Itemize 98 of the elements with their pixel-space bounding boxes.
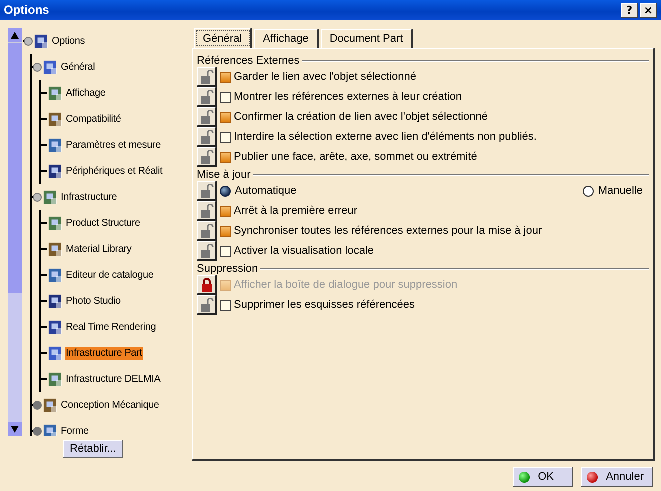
- node-icon: [48, 318, 63, 336]
- expand-toggle[interactable]: [33, 400, 42, 410]
- lock-button[interactable]: [197, 67, 217, 87]
- lock-button[interactable]: [197, 295, 217, 315]
- option-label: Afficher la boîte de dialogue pour suppression: [234, 279, 458, 291]
- lock-button[interactable]: [197, 181, 217, 201]
- radio-button[interactable]: [220, 186, 231, 196]
- option-label: Activer la visualisation locale: [234, 245, 374, 257]
- checkbox[interactable]: [220, 132, 231, 142]
- tree-item[interactable]: Général: [60, 60, 96, 74]
- node-icon: [48, 370, 63, 388]
- tab[interactable]: Général: [194, 28, 252, 48]
- down-arrow-icon: [11, 426, 19, 432]
- up-arrow-icon: [11, 32, 19, 38]
- checkbox[interactable]: [220, 92, 231, 102]
- open-lock-icon: [200, 130, 214, 144]
- lock-button[interactable]: [197, 241, 217, 261]
- option-label: Synchroniser toutes les références externes pour la mise à jour: [234, 225, 542, 237]
- node-icon: [48, 266, 63, 284]
- tree-item[interactable]: Infrastructure: [60, 190, 118, 204]
- checkbox[interactable]: [220, 206, 231, 216]
- lock-button[interactable]: [197, 147, 217, 167]
- tree-item[interactable]: Infrastructure Part: [65, 346, 144, 360]
- tree-item[interactable]: Forme: [60, 424, 90, 436]
- tree-item[interactable]: Paramètres et mesure: [65, 138, 162, 152]
- open-lock-icon: [200, 224, 214, 238]
- lock-button[interactable]: [197, 87, 217, 107]
- tree-item[interactable]: Infrastructure DELMIA: [65, 372, 162, 386]
- open-lock-icon: [200, 244, 214, 258]
- option-label: Automatique: [235, 185, 297, 197]
- open-lock-icon: [200, 90, 214, 104]
- open-lock-icon: [200, 204, 214, 218]
- section-title: Mise à jour: [197, 169, 251, 181]
- collapse-toggle[interactable]: [24, 36, 33, 46]
- node-icon: [48, 110, 63, 128]
- checkbox[interactable]: [220, 300, 231, 310]
- tree-item[interactable]: Real Time Rendering: [65, 320, 158, 334]
- node-icon: [34, 32, 49, 50]
- status-dot-icon: [519, 472, 530, 482]
- option-label: Confirmer la création de lien avec l'objet sélectionné: [234, 111, 488, 123]
- open-lock-icon: [200, 298, 214, 312]
- tree-item[interactable]: Material Library: [65, 242, 133, 256]
- collapse-toggle[interactable]: [33, 192, 42, 202]
- checkbox[interactable]: [220, 226, 231, 236]
- ok-button[interactable]: OK: [513, 467, 574, 487]
- tree-item[interactable]: Photo Studio: [65, 294, 122, 308]
- node-icon: [43, 396, 58, 414]
- tree-item[interactable]: Editeur de catalogue: [65, 268, 155, 282]
- cancel-button[interactable]: Annuler: [581, 467, 653, 487]
- collapse-toggle[interactable]: [33, 62, 42, 72]
- lock-button[interactable]: [197, 127, 217, 147]
- option-label: Publier une face, arête, axe, sommet ou extrémité: [234, 151, 478, 163]
- tree-item[interactable]: Périphériques et Réalit: [65, 164, 164, 178]
- scrollbar[interactable]: [8, 28, 22, 436]
- help-button[interactable]: ?: [621, 2, 638, 18]
- node-icon: [48, 344, 63, 362]
- option-label: Montrer les références externes à leur création: [234, 91, 462, 103]
- node-icon: [48, 214, 63, 232]
- node-icon: [43, 188, 58, 206]
- tree-item[interactable]: Product Structure: [65, 216, 142, 230]
- tree-item[interactable]: Options: [51, 34, 86, 48]
- open-lock-icon: [200, 150, 214, 164]
- lock-button[interactable]: [197, 107, 217, 127]
- option-label: Garder le lien avec l'objet sélectionné: [234, 71, 416, 83]
- checkbox[interactable]: [220, 112, 231, 122]
- option-label: Arrêt à la première erreur: [234, 205, 358, 217]
- checkbox[interactable]: [220, 72, 231, 82]
- open-lock-icon: [200, 70, 214, 84]
- node-icon: [48, 84, 63, 102]
- status-dot-icon: [587, 472, 598, 482]
- node-icon: [43, 422, 58, 436]
- lock-button[interactable]: [197, 221, 217, 241]
- radio-button[interactable]: [583, 186, 594, 196]
- tree-item[interactable]: Affichage: [65, 86, 107, 100]
- open-lock-icon: [200, 110, 214, 124]
- option-label: Interdire la sélection externe avec lien d'éléments non publiés.: [234, 131, 537, 143]
- node-icon: [48, 136, 63, 154]
- tree-item[interactable]: Conception Mécanique: [60, 398, 160, 412]
- tree-item[interactable]: Compatibilité: [65, 112, 122, 126]
- checkbox[interactable]: [220, 246, 231, 256]
- option-label: Manuelle: [598, 185, 643, 197]
- tab[interactable]: Affichage: [254, 29, 319, 48]
- checkbox[interactable]: [220, 152, 231, 162]
- window-title: Options: [4, 3, 50, 17]
- section-title: Suppression: [197, 263, 258, 275]
- node-icon: [48, 162, 63, 180]
- lock-button[interactable]: [197, 201, 217, 221]
- section-title: Références Externes: [197, 55, 300, 67]
- node-icon: [48, 240, 63, 258]
- node-icon: [48, 292, 63, 310]
- reset-button[interactable]: Rétablir...: [63, 440, 124, 458]
- node-icon: [43, 58, 58, 76]
- option-label: Supprimer les esquisses référencées: [234, 299, 415, 311]
- expand-toggle[interactable]: [33, 426, 42, 436]
- close-button[interactable]: ×: [640, 2, 657, 18]
- open-lock-icon: [200, 184, 214, 198]
- tab[interactable]: Document Part: [320, 29, 414, 48]
- closed-lock-icon: [200, 278, 212, 292]
